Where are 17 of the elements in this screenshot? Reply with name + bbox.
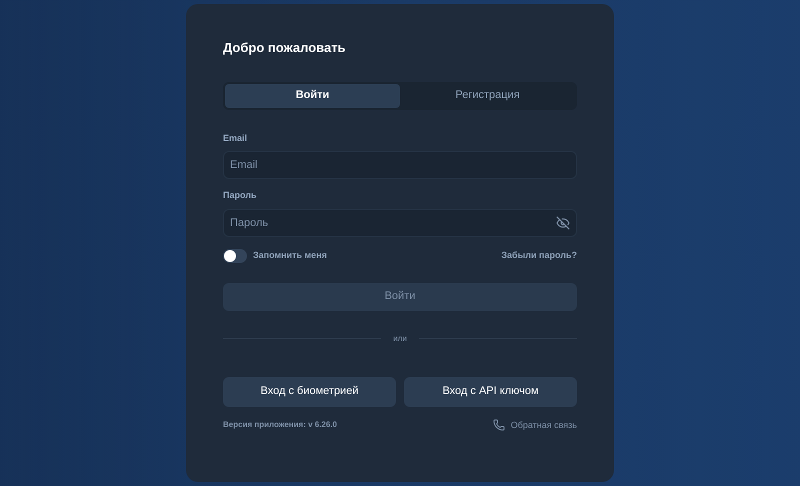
tab[interactable]: Регистрация	[400, 84, 575, 108]
forgot-password-link[interactable]: Забыли пароль?	[501, 248, 577, 262]
card-title: Добро пожаловать	[223, 39, 347, 57]
feedback-link[interactable]: Обратная связь	[492, 418, 577, 432]
version-text: Версия приложения: v 6.26.0	[223, 419, 337, 432]
field-label: Email	[223, 132, 248, 144]
tab[interactable]: Войти	[225, 84, 400, 108]
password-field[interactable]: Пароль	[223, 208, 577, 236]
alt-login-button[interactable]: Вход с биометрией	[223, 376, 396, 406]
phone-icon	[492, 419, 505, 432]
divider-text: или	[393, 332, 407, 344]
field-label: Пароль	[223, 189, 258, 202]
remember-label: Запомнить меня	[253, 248, 327, 262]
alt-login-button[interactable]: Вход с API ключом	[404, 376, 577, 406]
email-field[interactable]: Email	[223, 151, 577, 179]
remember-toggle[interactable]	[223, 248, 247, 262]
eye-off-icon[interactable]	[556, 216, 570, 230]
